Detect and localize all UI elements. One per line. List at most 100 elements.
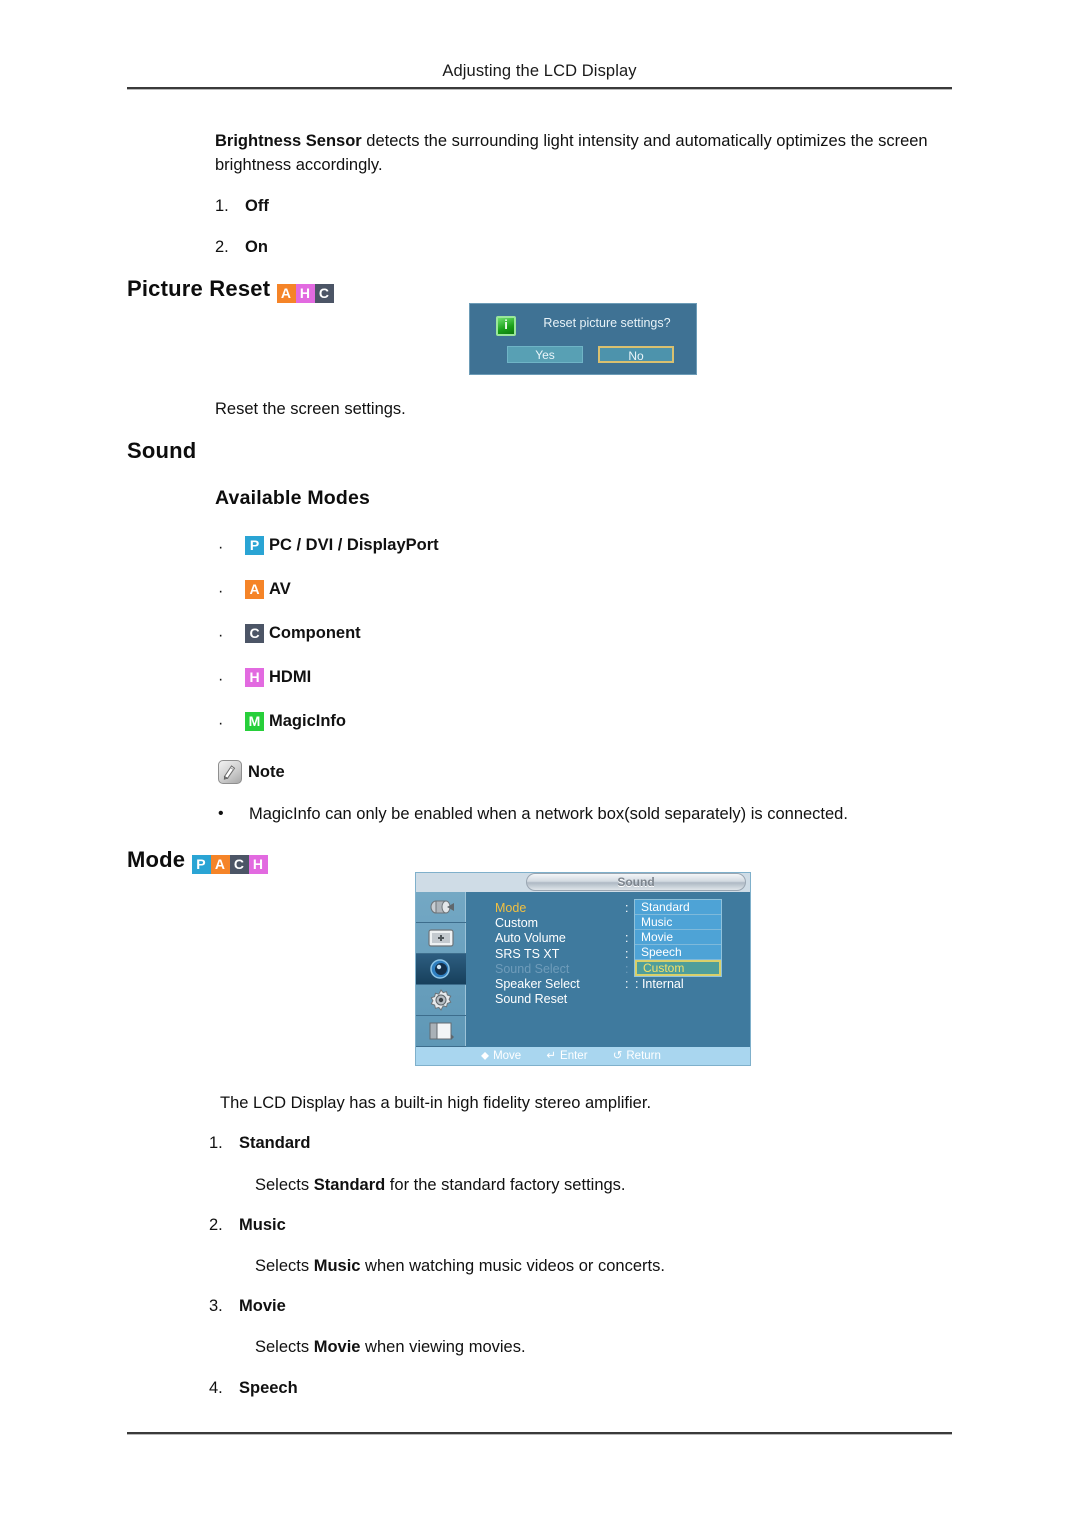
sound-osd-image: Sound Mode Custom Auto Volume SRS TS XT … <box>415 872 751 1066</box>
osd-menu-item-auto-volume[interactable]: Auto Volume <box>495 931 625 946</box>
mode-description: The LCD Display has a built-in high fide… <box>220 1094 652 1112</box>
osd-menu-item-sound-reset[interactable]: Sound Reset <box>495 992 625 1007</box>
available-mode-item-av: A AV <box>245 580 291 600</box>
osd-sidebar-item-input-source[interactable] <box>416 892 466 923</box>
mode-item-3: 3. Movie <box>209 1295 286 1317</box>
mode-tag-c-icon: C <box>229 854 249 874</box>
list-label: Movie <box>239 1297 286 1315</box>
available-mode-label: HDMI <box>269 668 312 686</box>
mode-tag-c-icon: C <box>245 624 264 644</box>
setup-gear-icon <box>430 989 452 1011</box>
osd-submenu-item-custom[interactable]: Custom <box>635 960 721 976</box>
mode-tag-a-icon: A <box>276 283 296 303</box>
document-page: Adjusting the LCD Display Brightness Sen… <box>0 0 1080 1527</box>
list-number: 1. <box>209 1134 223 1152</box>
available-mode-label: PC / DVI / DisplayPort <box>269 536 439 554</box>
osd-mode-submenu: Standard Music Movie Speech Custom <box>634 899 722 977</box>
note-bullet-text: MagicInfo can only be enabled when a net… <box>249 805 848 823</box>
picture-reset-heading-text: Picture Reset <box>127 276 271 301</box>
bullet-dot: · <box>218 583 224 600</box>
osd-footer-left <box>416 1047 467 1065</box>
osd-sidebar-item-picture[interactable] <box>416 923 466 954</box>
list-number: 2. <box>215 238 229 256</box>
osd-footer-enter: ↵ Enter <box>546 1047 587 1065</box>
desc-pre: Selects <box>255 1257 314 1275</box>
picture-icon <box>428 929 454 947</box>
list-label: Music <box>239 1216 286 1234</box>
desc-bold: Standard <box>313 1176 386 1194</box>
osd-menu-item-sound-select: Sound Select <box>495 961 570 976</box>
osd-title-pill: Sound <box>526 873 746 891</box>
mode-tag-a-icon: A <box>245 580 264 600</box>
available-mode-item-pc: P PC / DVI / DisplayPort <box>245 536 439 556</box>
enter-icon: ↵ <box>546 1050 557 1062</box>
return-icon: ↺ <box>612 1050 623 1062</box>
mode-item-2: 2. Music <box>209 1214 286 1236</box>
osd-submenu-item-speech[interactable]: Speech <box>635 945 721 960</box>
dialog-no-button[interactable]: No <box>598 346 674 363</box>
mode-mode-tags: PACH <box>191 854 268 874</box>
osd-menu-item-custom[interactable]: Custom <box>495 916 625 931</box>
picture-reset-mode-tags: AHC <box>276 283 334 303</box>
footer-rule <box>127 1432 952 1435</box>
list-label: On <box>245 238 268 256</box>
osd-sidebar-item-setup[interactable] <box>416 985 466 1016</box>
brightness-sensor-paragraph: Brightness Sensor detects the surroundin… <box>215 129 955 177</box>
available-mode-item-component: C Component <box>245 624 361 644</box>
move-icon: ⬥ <box>481 1050 490 1062</box>
osd-footer-items: ⬥ Move ↵ Enter ↺ Return <box>481 1047 750 1065</box>
sound-speaker-icon <box>430 959 450 979</box>
mode-tag-m-icon: M <box>245 712 264 732</box>
mode-item-2-desc: Selects Music when watching music videos… <box>255 1254 665 1278</box>
osd-footer-move-label: Move <box>493 1050 522 1062</box>
note-bullet-dot: • <box>218 805 224 822</box>
mode-item-1-desc: Selects Standard for the standard factor… <box>255 1173 626 1197</box>
dialog-message: Reset picture settings? <box>543 316 671 330</box>
osd-menu-list: Mode Custom Auto Volume SRS TS XT Sound … <box>495 901 625 1007</box>
list-number: 1. <box>215 197 229 215</box>
desc-post: for the standard factory settings. <box>385 1176 626 1194</box>
list-label: Off <box>245 197 269 215</box>
bullet-dot: · <box>218 627 224 644</box>
available-mode-label: MagicInfo <box>269 712 346 730</box>
osd-menu-item-mode[interactable]: Mode <box>495 901 625 916</box>
mode-tag-h-icon: H <box>295 283 315 303</box>
osd-menu-item-speaker-select[interactable]: Speaker Select <box>495 977 625 992</box>
header-rule <box>127 87 952 90</box>
osd-menu-item-srs-ts-xt[interactable]: SRS TS XT <box>495 947 625 962</box>
available-mode-item-magicinfo: M MagicInfo <box>245 712 346 732</box>
desc-pre: Selects <box>255 1338 314 1356</box>
available-modes-heading: Available Modes <box>215 487 371 509</box>
osd-submenu-item-music[interactable]: Music <box>635 915 721 930</box>
list-number: 3. <box>209 1297 223 1315</box>
mode-tag-a-icon: A <box>210 854 230 874</box>
list-number: 2. <box>209 1216 223 1234</box>
sound-heading: Sound <box>127 438 197 463</box>
picture-reset-heading: Picture Reset AHC <box>127 276 334 303</box>
brightness-sensor-bold-lead: Brightness Sensor <box>215 132 362 150</box>
osd-submenu-item-standard[interactable]: Standard <box>635 900 721 915</box>
osd-main-panel: Mode Custom Auto Volume SRS TS XT Sound … <box>467 892 750 1048</box>
osd-footer-enter-label: Enter <box>560 1050 588 1062</box>
mode-item-4: 4. Speech <box>209 1377 298 1399</box>
mode-tag-h-icon: H <box>248 854 268 874</box>
mode-item-1: 1. Standard <box>209 1132 311 1154</box>
desc-bold: Movie <box>313 1338 361 1356</box>
mode-tag-c-icon: C <box>314 283 334 303</box>
brightness-sensor-item-1: 1. Off <box>215 195 269 217</box>
bullet-dot: · <box>218 671 224 688</box>
osd-submenu-item-movie[interactable]: Movie <box>635 930 721 945</box>
mode-heading: Mode PACH <box>127 847 268 874</box>
osd-footer-return-label: Return <box>626 1050 661 1062</box>
desc-post: when viewing movies. <box>360 1338 526 1356</box>
osd-sidebar-item-sound[interactable] <box>416 954 466 985</box>
brightness-sensor-item-2: 2. On <box>215 236 268 258</box>
list-label: Standard <box>239 1134 311 1152</box>
page-header-title: Adjusting the LCD Display <box>442 62 637 80</box>
osd-sidebar <box>416 892 466 1048</box>
list-label: Speech <box>239 1379 298 1397</box>
osd-footer-move: ⬥ Move <box>481 1047 521 1065</box>
dialog-yes-button[interactable]: Yes <box>507 346 583 363</box>
note-pencil-icon <box>218 760 242 784</box>
osd-sidebar-item-multi-control[interactable] <box>416 1016 466 1047</box>
